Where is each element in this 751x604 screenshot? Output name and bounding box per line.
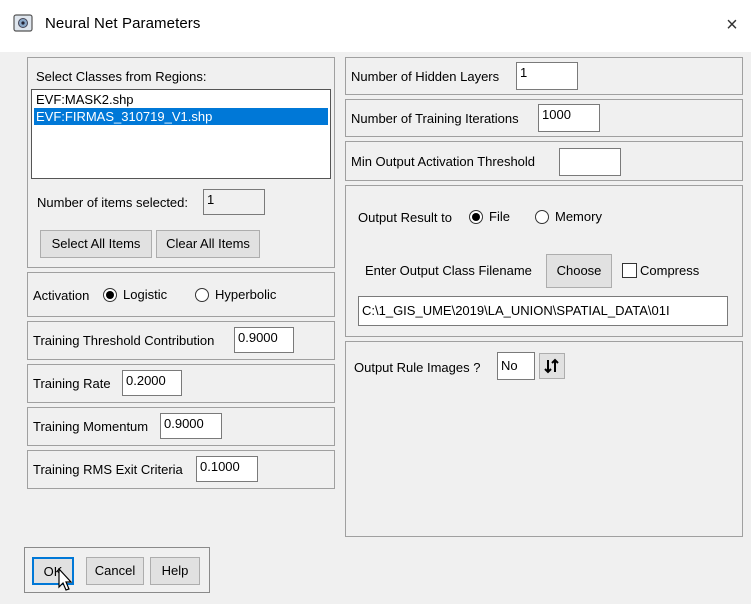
title-bar: Neural Net Parameters × (0, 0, 751, 52)
compress-checkbox[interactable] (622, 263, 637, 278)
choose-button[interactable]: Choose (546, 254, 612, 288)
hidden-layers-panel: Number of Hidden Layers 1 (345, 57, 743, 95)
swap-vertical-icon[interactable] (539, 353, 565, 379)
min-activation-panel: Min Output Activation Threshold (345, 141, 743, 181)
min-activation-label: Min Output Activation Threshold (351, 154, 536, 169)
list-item-selected[interactable]: EVF:FIRMAS_310719_V1.shp (34, 108, 328, 125)
list-item[interactable]: EVF:MASK2.shp (34, 91, 328, 108)
output-path-input[interactable]: C:\1_GIS_UME\2019\LA_UNION\SPATIAL_DATA\… (358, 296, 728, 326)
classes-listbox[interactable]: EVF:MASK2.shp EVF:FIRMAS_310719_V1.shp (31, 89, 331, 179)
close-button[interactable]: × (718, 11, 746, 39)
iterations-input[interactable]: 1000 (538, 104, 600, 132)
cancel-button[interactable]: Cancel (86, 557, 144, 585)
help-button[interactable]: Help (150, 557, 200, 585)
classes-label: Select Classes from Regions: (36, 69, 207, 84)
items-selected-count: 1 (203, 189, 265, 215)
training-momentum-label: Training Momentum (33, 419, 149, 434)
hyperbolic-radio[interactable] (195, 288, 209, 302)
iterations-panel: Number of Training Iterations 1000 (345, 99, 743, 137)
rule-images-panel: Output Rule Images ? No (345, 341, 743, 537)
hyperbolic-label[interactable]: Hyperbolic (215, 287, 276, 302)
training-threshold-input[interactable]: 0.9000 (234, 327, 294, 353)
training-threshold-label: Training Threshold Contribution (33, 333, 215, 348)
app-window-icon (13, 13, 33, 33)
training-rms-input[interactable]: 0.1000 (196, 456, 258, 482)
min-activation-input[interactable] (559, 148, 621, 176)
output-panel: Output Result to File Memory Enter Outpu… (345, 185, 743, 337)
training-rate-input[interactable]: 0.2000 (122, 370, 182, 396)
rule-images-value[interactable]: No (497, 352, 535, 380)
classes-panel: Select Classes from Regions: EVF:MASK2.s… (27, 57, 335, 268)
filename-label: Enter Output Class Filename (365, 263, 532, 278)
compress-label[interactable]: Compress (640, 263, 699, 278)
training-rms-panel: Training RMS Exit Criteria 0.1000 (27, 450, 335, 489)
memory-radio[interactable] (535, 210, 549, 224)
action-buttons-group: OK Cancel Help (24, 547, 210, 593)
training-threshold-panel: Training Threshold Contribution 0.9000 (27, 321, 335, 360)
mouse-pointer-icon (58, 567, 74, 592)
logistic-label[interactable]: Logistic (123, 287, 167, 302)
hidden-layers-label: Number of Hidden Layers (351, 69, 500, 84)
training-rate-panel: Training Rate 0.2000 (27, 364, 335, 403)
iterations-label: Number of Training Iterations (351, 111, 519, 126)
file-radio[interactable] (469, 210, 483, 224)
clear-all-button[interactable]: Clear All Items (156, 230, 260, 258)
select-all-button[interactable]: Select All Items (40, 230, 152, 258)
activation-panel: Activation Logistic Hyperbolic (27, 272, 335, 317)
logistic-radio[interactable] (103, 288, 117, 302)
memory-label[interactable]: Memory (555, 209, 602, 224)
training-rate-label: Training Rate (33, 376, 111, 391)
output-result-label: Output Result to (358, 210, 452, 225)
window-title: Neural Net Parameters (45, 15, 201, 32)
hidden-layers-input[interactable]: 1 (516, 62, 578, 90)
training-momentum-panel: Training Momentum 0.9000 (27, 407, 335, 446)
rule-images-label: Output Rule Images ? (354, 360, 481, 375)
training-rms-label: Training RMS Exit Criteria (33, 462, 183, 477)
file-label[interactable]: File (489, 209, 510, 224)
items-selected-label: Number of items selected: (37, 195, 189, 210)
activation-label: Activation (33, 288, 90, 303)
training-momentum-input[interactable]: 0.9000 (160, 413, 222, 439)
